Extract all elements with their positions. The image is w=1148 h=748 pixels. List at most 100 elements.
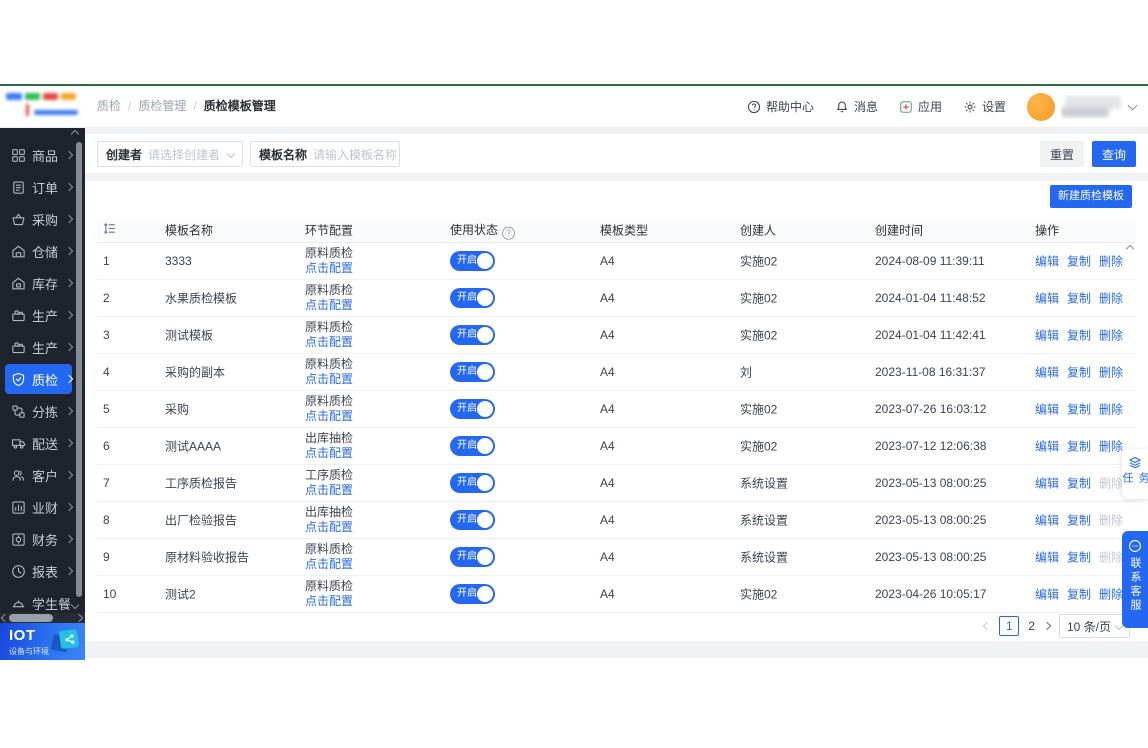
- sidebar-item-分拣[interactable]: 分拣: [0, 395, 85, 427]
- template-name-cell: 出厂检验报告: [165, 513, 238, 528]
- prev-page-icon[interactable]: [983, 621, 992, 631]
- page-button-2[interactable]: 2: [1028, 619, 1035, 633]
- help-center-button[interactable]: 帮助中心: [747, 98, 814, 115]
- column-header-actions: 操作: [1035, 223, 1060, 238]
- delete-link[interactable]: 删除: [1099, 364, 1123, 381]
- breadcrumb-item[interactable]: 质检管理: [138, 99, 186, 113]
- configure-link[interactable]: 点击配置: [305, 335, 353, 349]
- edit-link[interactable]: 编辑: [1035, 438, 1059, 455]
- delete-link[interactable]: 删除: [1099, 327, 1123, 344]
- copy-link[interactable]: 复制: [1067, 475, 1091, 492]
- chevron-right-icon: [64, 310, 74, 320]
- sidebar-item-配送[interactable]: 配送: [0, 427, 85, 459]
- apps-button[interactable]: 应用: [899, 98, 942, 115]
- toggle-knob: [477, 290, 493, 306]
- edit-link[interactable]: 编辑: [1035, 586, 1059, 603]
- template-name-cell: 水果质检模板: [165, 291, 238, 306]
- copy-link[interactable]: 复制: [1067, 401, 1091, 418]
- status-toggle-on[interactable]: 开启: [450, 399, 495, 419]
- sidebar-item-质检[interactable]: 质检: [0, 363, 85, 395]
- edit-link[interactable]: 编辑: [1035, 475, 1059, 492]
- copy-link[interactable]: 复制: [1067, 364, 1091, 381]
- breadcrumb-item[interactable]: 质检: [97, 99, 121, 113]
- copy-link[interactable]: 复制: [1067, 549, 1091, 566]
- sidebar-horizontal-scrollbar[interactable]: [0, 613, 85, 623]
- status-toggle-on[interactable]: 开启: [450, 288, 495, 308]
- delete-link[interactable]: 删除: [1099, 401, 1123, 418]
- next-page-icon[interactable]: [1042, 621, 1052, 631]
- copy-link[interactable]: 复制: [1067, 290, 1091, 307]
- status-toggle-on[interactable]: 开启: [450, 251, 495, 271]
- configure-link[interactable]: 点击配置: [305, 557, 353, 571]
- stage-config-cell: 原料质检 点击配置: [305, 320, 353, 350]
- configure-link[interactable]: 点击配置: [305, 372, 353, 386]
- reset-button[interactable]: 重置: [1040, 141, 1084, 167]
- status-toggle-on[interactable]: 开启: [450, 547, 495, 567]
- edit-link[interactable]: 编辑: [1035, 253, 1059, 270]
- sidebar-item-采购[interactable]: 采购: [0, 203, 85, 235]
- settings-button[interactable]: 设置: [963, 98, 1006, 115]
- copy-link[interactable]: 复制: [1067, 438, 1091, 455]
- configure-link[interactable]: 点击配置: [305, 298, 353, 312]
- user-menu[interactable]: [1027, 92, 1138, 121]
- sort-icon[interactable]: [103, 222, 117, 239]
- iot-banner[interactable]: IOT 设备与环境: [0, 623, 85, 660]
- user-avatar: [1027, 92, 1055, 121]
- sidebar-item-客户[interactable]: 客户: [0, 459, 85, 491]
- configure-link[interactable]: 点击配置: [305, 483, 353, 497]
- status-toggle-on[interactable]: 开启: [450, 584, 495, 604]
- sidebar-item-财务[interactable]: 财务: [0, 523, 85, 555]
- chevron-right-icon: [64, 470, 74, 480]
- sidebar-item-仓储[interactable]: 仓储: [0, 235, 85, 267]
- configure-link[interactable]: 点击配置: [305, 520, 353, 534]
- created-time-cell: 2024-01-04 11:48:52: [875, 291, 986, 305]
- edit-link[interactable]: 编辑: [1035, 512, 1059, 529]
- edit-link[interactable]: 编辑: [1035, 290, 1059, 307]
- configure-link[interactable]: 点击配置: [305, 261, 353, 275]
- tasks-float-tab[interactable]: 任务: [1121, 449, 1148, 499]
- sidebar-item-库存[interactable]: 库存: [0, 267, 85, 299]
- copy-link[interactable]: 复制: [1067, 512, 1091, 529]
- creator-select[interactable]: 创建者 请选择创建者: [97, 141, 243, 167]
- messages-button[interactable]: 消息: [835, 98, 878, 115]
- sidebar-item-订单[interactable]: 订单: [0, 171, 85, 203]
- delete-link[interactable]: 删除: [1099, 438, 1123, 455]
- configure-link[interactable]: 点击配置: [305, 594, 353, 608]
- status-toggle-on[interactable]: 开启: [450, 510, 495, 530]
- customer-service-float-tab[interactable]: 联系客服: [1122, 531, 1148, 628]
- sidebar-item-生产[interactable]: 生产: [0, 299, 85, 331]
- template-name-input[interactable]: 模板名称 请输入模板名称: [250, 141, 400, 167]
- delete-link[interactable]: 删除: [1099, 290, 1123, 307]
- delete-link[interactable]: 删除: [1099, 549, 1123, 566]
- question-circle-icon[interactable]: ?: [502, 226, 516, 240]
- sidebar-vertical-scrollbar[interactable]: [76, 142, 82, 597]
- edit-link[interactable]: 编辑: [1035, 364, 1059, 381]
- copy-link[interactable]: 复制: [1067, 253, 1091, 270]
- edit-link[interactable]: 编辑: [1035, 549, 1059, 566]
- status-toggle-on[interactable]: 开启: [450, 473, 495, 493]
- delete-link[interactable]: 删除: [1099, 512, 1123, 529]
- created-time-cell: 2023-07-12 12:06:38: [875, 439, 987, 453]
- sidebar-item-生产[interactable]: 生产: [0, 331, 85, 363]
- scroll-right-icon[interactable]: [74, 613, 84, 623]
- status-toggle-on[interactable]: 开启: [450, 325, 495, 345]
- search-button[interactable]: 查询: [1092, 141, 1136, 167]
- status-toggle-on[interactable]: 开启: [450, 362, 495, 382]
- configure-link[interactable]: 点击配置: [305, 446, 353, 460]
- scrollbar-thumb[interactable]: [9, 614, 53, 622]
- copy-link[interactable]: 复制: [1067, 327, 1091, 344]
- scroll-left-icon[interactable]: [0, 613, 10, 623]
- sidebar-item-报表[interactable]: 报表: [0, 555, 85, 587]
- new-template-button[interactable]: 新建质检模板: [1050, 185, 1132, 208]
- page-button-1[interactable]: 1: [999, 616, 1020, 636]
- copy-link[interactable]: 复制: [1067, 586, 1091, 603]
- configure-link[interactable]: 点击配置: [305, 409, 353, 423]
- edit-link[interactable]: 编辑: [1035, 327, 1059, 344]
- delete-link[interactable]: 删除: [1099, 253, 1123, 270]
- sidebar-item-业财[interactable]: 业财: [0, 491, 85, 523]
- delete-link[interactable]: 删除: [1099, 586, 1123, 603]
- status-toggle-on[interactable]: 开启: [450, 436, 495, 456]
- sidebar-item-商品[interactable]: 商品: [0, 139, 85, 171]
- page-size-select[interactable]: 10 条/页: [1058, 614, 1130, 638]
- edit-link[interactable]: 编辑: [1035, 401, 1059, 418]
